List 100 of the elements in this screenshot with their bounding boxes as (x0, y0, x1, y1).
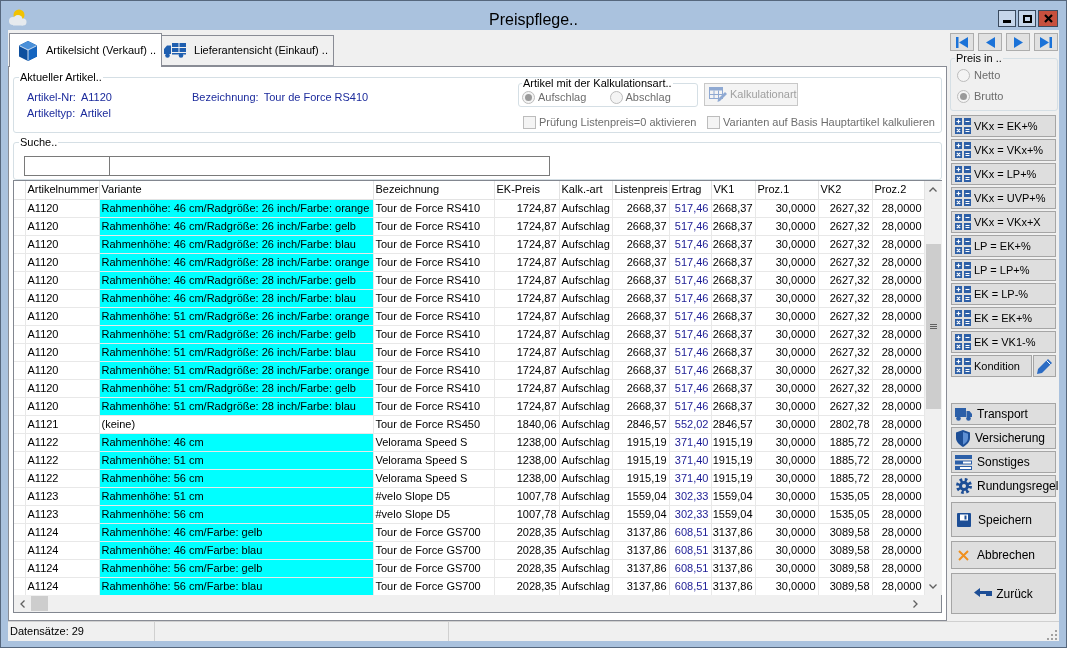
truck-icon (164, 43, 187, 58)
shield-icon (956, 429, 970, 447)
table-cell: 28,0000 (872, 541, 924, 559)
table-cell: 30,0000 (755, 451, 818, 469)
table-cell: 28,0000 (872, 487, 924, 505)
column-header[interactable]: Variante (99, 181, 373, 199)
table-cell: 30,0000 (755, 235, 818, 253)
skip-to-start-icon (956, 36, 968, 48)
table-cell: 2668,37 (612, 271, 669, 289)
radio-label: Netto (974, 68, 1001, 84)
table-cell: Aufschlag (559, 469, 612, 487)
table-cell: A1120 (25, 217, 99, 235)
table-cell: 371,40 (669, 433, 711, 451)
tab[interactable]: Lieferantensicht (Einkauf) .. (161, 35, 334, 66)
radio-label: Brutto (974, 89, 1004, 105)
scrollbar-thumb[interactable] (31, 596, 48, 611)
previous-record-button[interactable] (978, 33, 1002, 51)
column-header[interactable]: Proz.2 (872, 181, 924, 199)
table-cell: Aufschlag (559, 217, 612, 235)
other-button[interactable]: Sonstiges (951, 451, 1056, 473)
table-cell: 2627,32 (818, 235, 872, 253)
table-cell: 28,0000 (872, 505, 924, 523)
last-record-button[interactable] (1034, 33, 1058, 51)
table-cell: 1915,19 (612, 433, 669, 451)
table-cell: A1120 (25, 397, 99, 415)
table-cell: 2028,35 (494, 541, 559, 559)
close-button[interactable] (1038, 10, 1058, 27)
column-header[interactable]: VK1 (711, 181, 755, 199)
field-label: Bezeichnung: (192, 89, 259, 105)
table-cell: 2668,37 (612, 361, 669, 379)
table-cell: Tour de Force RS410 (373, 289, 494, 307)
formula-button[interactable]: EK = LP-% (951, 283, 1056, 305)
condition-button[interactable]: Kondition (951, 355, 1032, 377)
table-cell: 1724,87 (494, 217, 559, 235)
formula-button[interactable]: LP = EK+% (951, 235, 1056, 257)
transport-button[interactable]: Transport (951, 403, 1056, 425)
cancel-button[interactable]: Abbrechen (951, 541, 1056, 569)
table-cell: 1724,87 (494, 271, 559, 289)
formula-button[interactable]: VKx = EK+% (951, 115, 1056, 137)
formula-button[interactable]: VKx = UVP+% (951, 187, 1056, 209)
table-cell: 30,0000 (755, 325, 818, 343)
table-cell: 28,0000 (872, 253, 924, 271)
search-field[interactable] (109, 156, 550, 176)
maximize-button[interactable] (1018, 10, 1036, 27)
calculator-icon (955, 166, 971, 182)
field-label: Artikel-Nr: (27, 89, 76, 105)
table-cell: 2627,32 (818, 343, 872, 361)
table-cell: 2668,37 (612, 397, 669, 415)
table-cell: 2028,35 (494, 523, 559, 541)
minimize-button[interactable] (998, 10, 1016, 27)
formula-button[interactable]: VKx = VKx+% (951, 139, 1056, 161)
table-cell: Aufschlag (559, 343, 612, 361)
table-cell: 2627,32 (818, 325, 872, 343)
table-cell: Aufschlag (559, 361, 612, 379)
group-title: Preis in .. (955, 52, 1003, 65)
back-button[interactable]: Zurück (951, 573, 1056, 614)
first-record-button[interactable] (950, 33, 974, 51)
next-record-button[interactable] (1006, 33, 1030, 51)
column-header[interactable]: Bezeichnung (373, 181, 494, 199)
column-header[interactable]: Listenpreis (612, 181, 669, 199)
search-field[interactable] (24, 156, 110, 176)
table-cell: 3137,86 (612, 523, 669, 541)
tab[interactable]: Artikelsicht (Verkauf) .. (9, 33, 163, 67)
table-cell: 1724,87 (494, 397, 559, 415)
column-header[interactable]: Kalk.-art (559, 181, 612, 199)
insurance-button[interactable]: Versicherung (951, 427, 1056, 449)
chevron-up-icon (929, 187, 937, 192)
field-value: Artikel (80, 105, 111, 121)
formula-button[interactable]: VKx = VKx+X (951, 211, 1056, 233)
column-header[interactable]: Artikelnummer (25, 181, 99, 199)
group-title: Aktueller Artikel.. (19, 71, 103, 84)
table-cell: 28,0000 (872, 325, 924, 343)
column-header[interactable]: Ertrag (669, 181, 711, 199)
column-header[interactable]: VK2 (818, 181, 872, 199)
save-button[interactable]: Speichern (951, 502, 1056, 537)
resize-grip-icon[interactable] (1047, 630, 1057, 640)
column-header[interactable]: Proz.1 (755, 181, 818, 199)
table-cell: 2668,37 (711, 343, 755, 361)
table-cell: 1724,87 (494, 253, 559, 271)
horizontal-scrollbar[interactable] (14, 595, 924, 612)
table-cell: A1123 (25, 487, 99, 505)
table-cell: 28,0000 (872, 217, 924, 235)
table-cell: 1535,05 (818, 487, 872, 505)
formula-button[interactable]: EK = VK1-% (951, 331, 1056, 353)
formula-button[interactable]: VKx = LP+% (951, 163, 1056, 185)
chevron-left-icon (20, 599, 25, 608)
skip-to-end-icon (1040, 36, 1052, 48)
table-cell: A1120 (25, 379, 99, 397)
table-cell: Tour de Force RS410 (373, 343, 494, 361)
edit-button[interactable] (1033, 355, 1056, 377)
formula-button[interactable]: EK = EK+% (951, 307, 1056, 329)
table-cell: Aufschlag (559, 541, 612, 559)
table-cell: 3089,58 (818, 559, 872, 577)
formula-button[interactable]: LP = LP+% (951, 259, 1056, 281)
column-header[interactable]: EK-Preis (494, 181, 559, 199)
scrollbar-thumb[interactable] (925, 244, 941, 409)
table-cell: 28,0000 (872, 469, 924, 487)
rounding-rule-button[interactable]: Rundungsregel (951, 475, 1056, 497)
table-cell: 2668,37 (612, 199, 669, 217)
table-cell: A1122 (25, 433, 99, 451)
